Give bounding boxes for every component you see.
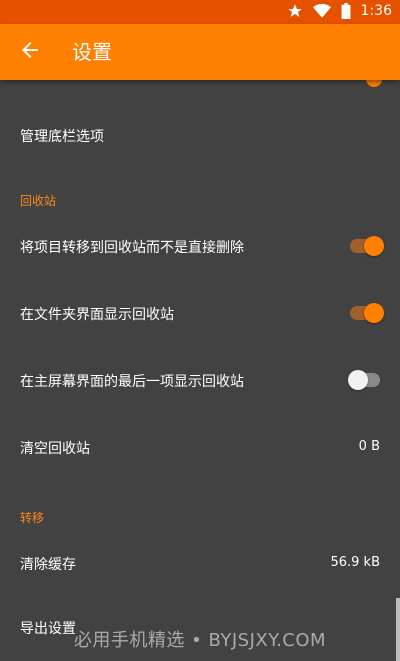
toggle-thumb: [364, 303, 384, 323]
status-icons: 1:36: [287, 3, 392, 19]
move-to-recycle-bin-label: 将项目转移到回收站而不是直接删除: [20, 240, 244, 256]
section-header-recycle-bin: 回收站: [20, 194, 57, 208]
status-time: 1:36: [360, 3, 392, 19]
settings-list[interactable]: 管理底栏选项 回收站 将项目转移到回收站而不是直接删除 在文件夹界面显示回收站 …: [0, 80, 400, 661]
empty-recycle-bin-label: 清空回收站: [20, 441, 90, 457]
show-recycle-bin-home-row[interactable]: 在主屏幕界面的最后一项显示回收站: [0, 352, 400, 408]
partial-toggle-thumb[interactable]: [366, 80, 382, 87]
app-bar: 设置: [0, 24, 400, 80]
move-to-recycle-bin-toggle[interactable]: [348, 236, 384, 256]
clear-cache-label: 清除缓存: [20, 557, 76, 573]
empty-recycle-bin-row[interactable]: 清空回收站 0 B: [0, 420, 400, 476]
show-recycle-bin-home-toggle[interactable]: [348, 370, 384, 390]
move-to-recycle-bin-row[interactable]: 将项目转移到回收站而不是直接删除: [0, 218, 400, 274]
cache-size: 56.9 kB: [330, 555, 380, 570]
manage-bottom-bar-label: 管理底栏选项: [20, 129, 104, 145]
toggle-thumb: [348, 370, 368, 390]
wifi-icon: [312, 3, 331, 19]
star-icon: [287, 3, 303, 19]
page-title: 设置: [72, 40, 112, 64]
show-recycle-bin-folder-toggle[interactable]: [348, 303, 384, 323]
toggle-thumb: [364, 236, 384, 256]
show-recycle-bin-folder-row[interactable]: 在文件夹界面显示回收站: [0, 285, 400, 341]
arrow-back-icon: [18, 38, 42, 66]
battery-icon: [341, 3, 351, 19]
show-recycle-bin-folder-label: 在文件夹界面显示回收站: [20, 307, 174, 323]
back-button[interactable]: [10, 32, 50, 72]
recycle-bin-size: 0 B: [358, 439, 380, 454]
watermark: 必用手机精选 • BYJSJXY.COM: [73, 630, 327, 651]
status-bar: 1:36: [0, 0, 400, 24]
manage-bottom-bar-row[interactable]: 管理底栏选项: [0, 108, 400, 164]
show-recycle-bin-home-label: 在主屏幕界面的最后一项显示回收站: [20, 374, 244, 390]
clear-cache-row[interactable]: 清除缓存 56.9 kB: [0, 536, 400, 592]
section-header-transfer: 转移: [20, 511, 45, 525]
